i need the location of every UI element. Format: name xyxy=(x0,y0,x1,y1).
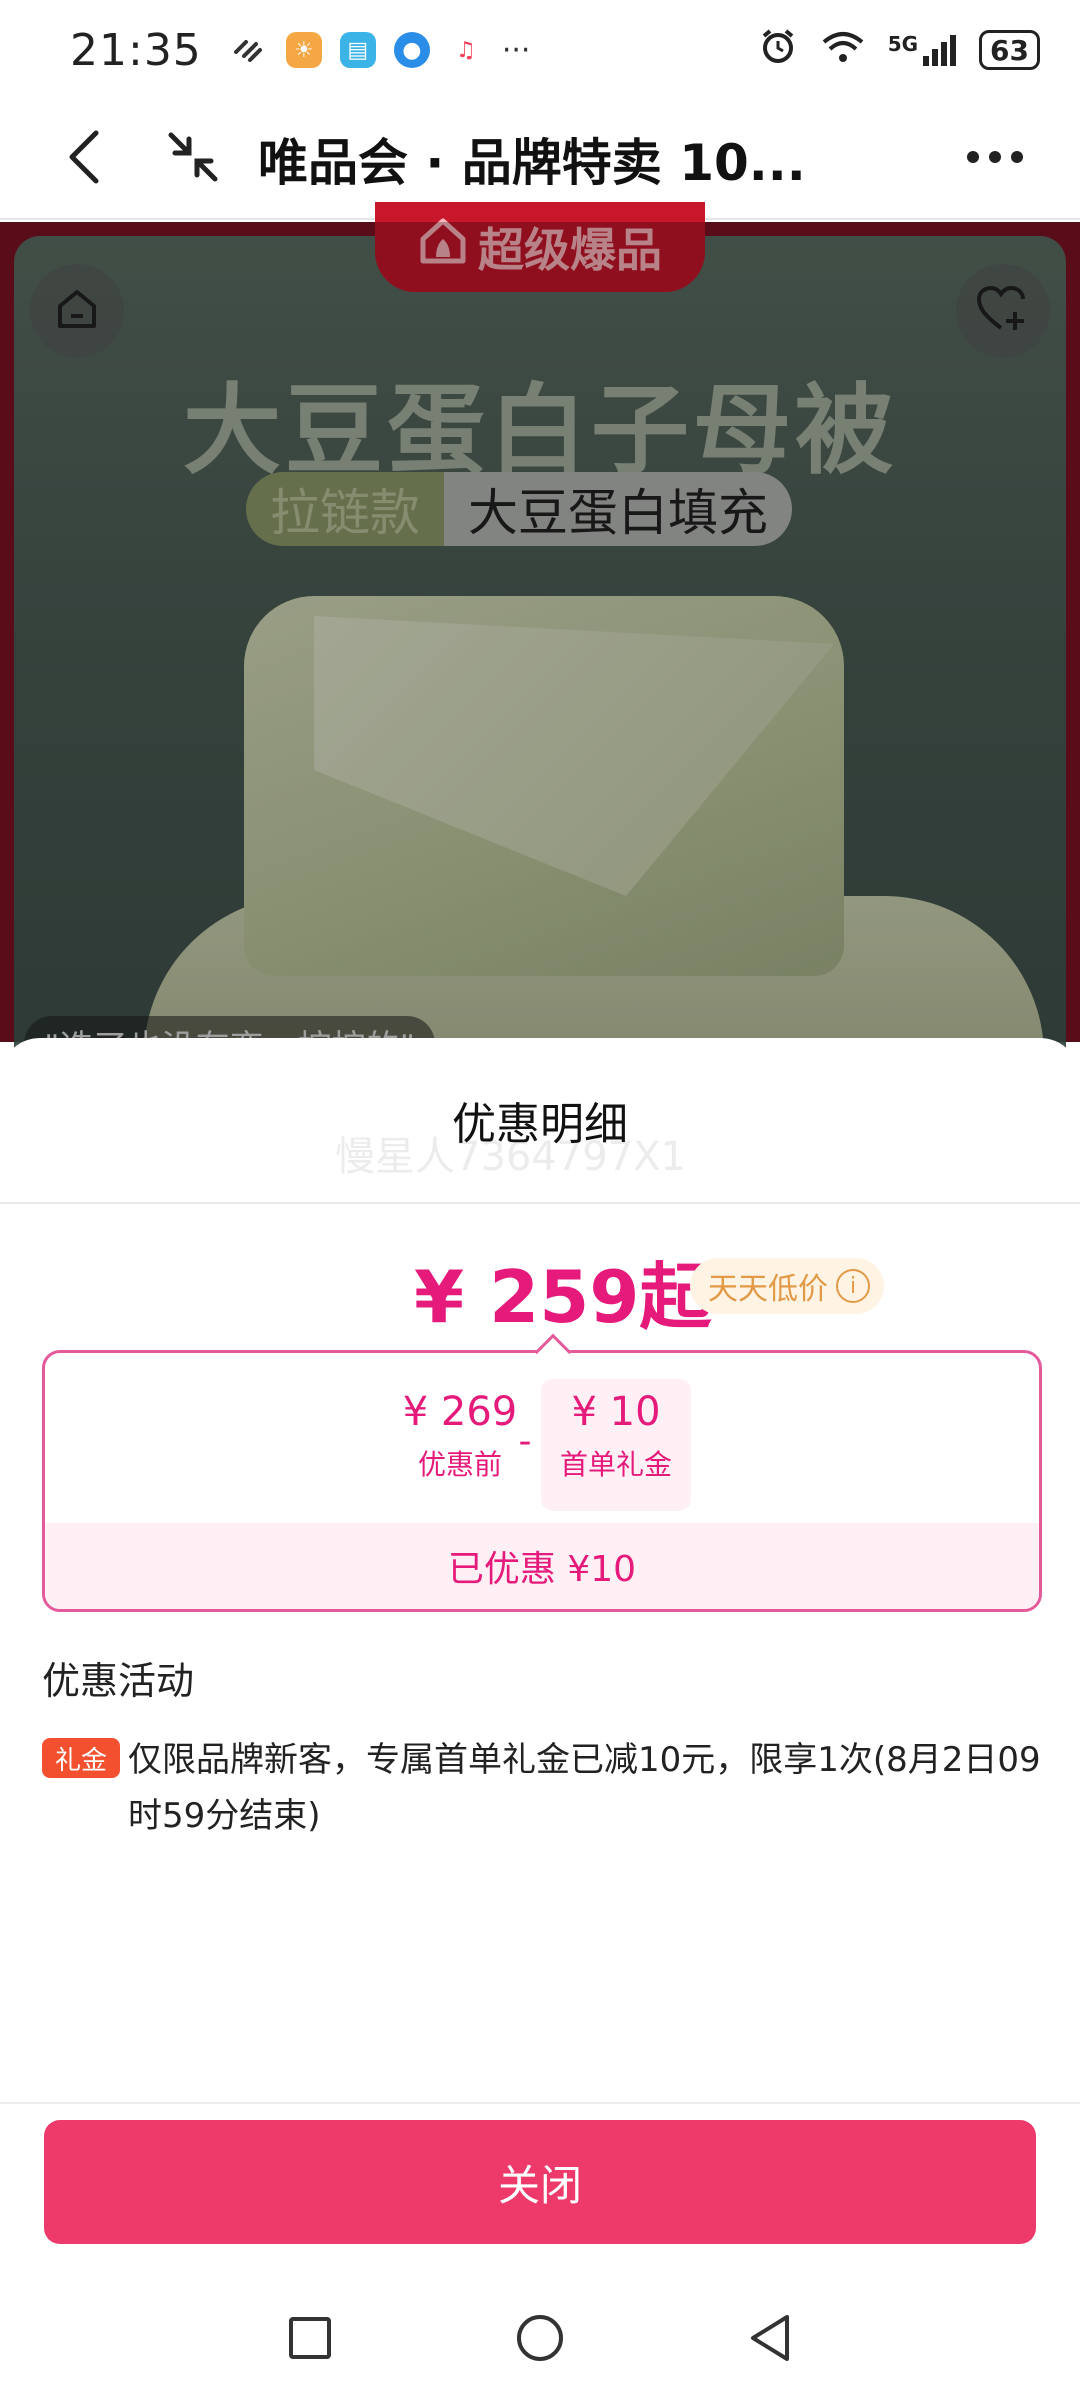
browser-app-icon: ● xyxy=(393,32,430,68)
wifi-icon xyxy=(820,26,866,74)
modal-dim-overlay[interactable] xyxy=(0,222,1080,1042)
book-app-icon: ▤ xyxy=(339,32,376,68)
gift-badge: 礼金 xyxy=(42,1738,120,1778)
sheet-title: 优惠明细 xyxy=(452,1099,628,1150)
system-navigation-bar xyxy=(0,2280,1080,2400)
screen: 21:35 ☀ ▤ ● ♫ ··· 5G 63 唯品会 · 品牌特卖 10...… xyxy=(0,0,1080,2400)
promotion-section-title: 优惠活动 xyxy=(42,1659,195,1703)
original-price-block: ¥ 269 优惠前 xyxy=(390,1389,530,1483)
triangle-back-icon xyxy=(747,2313,793,2367)
coupon-amount: ¥ 10 xyxy=(571,1389,661,1435)
back-button[interactable] xyxy=(40,114,130,204)
price-breakdown-box: ¥ 269 优惠前 - ¥ 10 首单礼金 已优惠 ¥10 xyxy=(42,1333,1042,1612)
status-time: 21:35 xyxy=(70,24,202,76)
page-title: 唯品会 · 品牌特卖 10... xyxy=(258,134,806,192)
more-dots-icon xyxy=(965,147,1025,171)
signal-icon: 5G xyxy=(888,32,957,68)
final-price: ¥ 259起 xyxy=(414,1255,712,1339)
alarm-icon xyxy=(758,26,798,74)
back-arrow-icon xyxy=(60,127,110,191)
battery-indicator: 63 xyxy=(979,30,1040,70)
minimize-button[interactable] xyxy=(148,114,238,204)
status-bar: 21:35 ☀ ▤ ● ♫ ··· 5G 63 xyxy=(0,0,1080,100)
status-indicators: 5G 63 xyxy=(758,26,1040,74)
close-button[interactable]: 关闭 xyxy=(44,2120,1036,2244)
promotion-description: 仅限品牌新客，专属首单礼金已减10元，限享1次(8月2日09时59分结束) xyxy=(128,1740,1041,1836)
coupon-block: ¥ 10 首单礼金 xyxy=(541,1379,691,1511)
daily-low-price-label: 天天低价 xyxy=(708,1272,828,1307)
circle-icon xyxy=(515,2313,565,2367)
minimize-icon xyxy=(163,127,223,191)
music-app-icon: ♫ xyxy=(447,32,484,68)
coupon-label: 首单礼金 xyxy=(559,1448,672,1481)
more-options-button[interactable] xyxy=(950,114,1040,204)
network-type-label: 5G xyxy=(887,32,919,56)
link-icon xyxy=(228,28,268,72)
more-notifications-icon: ··· xyxy=(501,32,531,68)
original-price-amount: ¥ 269 xyxy=(402,1389,518,1435)
square-icon xyxy=(288,2316,332,2364)
recent-apps-button[interactable] xyxy=(270,2300,350,2380)
home-nav-button[interactable] xyxy=(500,2300,580,2380)
discount-detail-sheet: 慢星人7364797X1 优惠明细 ¥ 259起 天天低价 i ¥ 269 优惠… xyxy=(0,1038,1080,2400)
product-image-area: 大豆蛋白子母被 拉链款 大豆蛋白填充 "选了也没有变一按按的" 超级爆品 xyxy=(0,202,1080,1136)
info-icon: i xyxy=(836,1269,870,1303)
daily-low-price-tag[interactable]: 天天低价 i xyxy=(690,1258,884,1314)
saved-amount-bar: 已优惠 ¥10 xyxy=(45,1523,1039,1609)
promotion-item: 礼金 仅限品牌新客，专属首单礼金已减10元，限享1次(8月2日09时59分结束) xyxy=(42,1732,1042,1844)
price-row: ¥ 259起 天天低价 i xyxy=(0,1238,1080,1339)
footer-divider xyxy=(0,2102,1080,2104)
weather-app-icon: ☀ xyxy=(285,32,322,68)
back-nav-button[interactable] xyxy=(730,2300,810,2380)
original-price-label: 优惠前 xyxy=(417,1448,502,1481)
minus-sign: - xyxy=(518,1421,532,1462)
status-app-icons: ☀ ▤ ● ♫ ··· xyxy=(228,28,531,72)
sheet-divider xyxy=(0,1202,1080,1204)
